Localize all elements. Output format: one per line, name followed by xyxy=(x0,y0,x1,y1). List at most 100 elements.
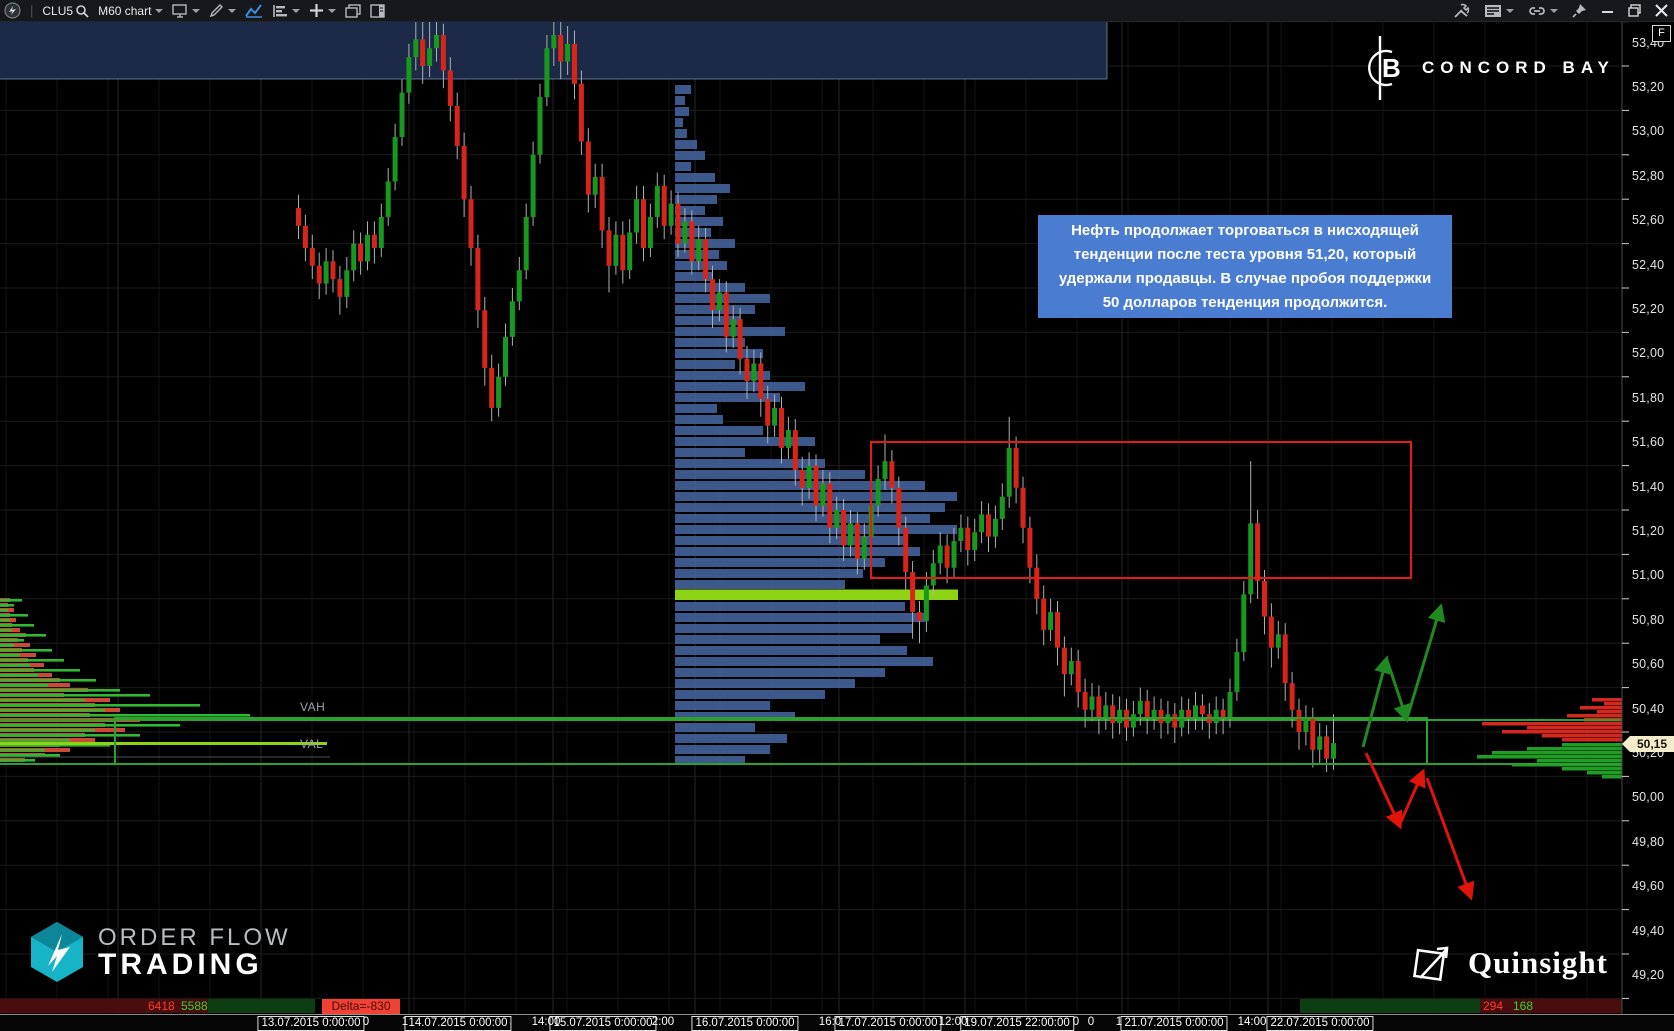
time-fragment-label: 14:00 xyxy=(1237,1016,1267,1028)
close-button[interactable] xyxy=(1655,4,1668,17)
minimize-button[interactable] xyxy=(1601,4,1614,17)
app-logo-icon[interactable] xyxy=(4,2,21,19)
time-fragment-label: 1 xyxy=(1115,1016,1123,1028)
price-tick-label: 52,80 xyxy=(1632,168,1665,183)
time-fragment-label: 0 xyxy=(1087,1016,1095,1028)
price-tick-label: 49,60 xyxy=(1632,879,1665,894)
delta-badge: Delta=-830 xyxy=(322,999,400,1014)
time-axis[interactable]: 13.07.2015 0:00:00 14.07.2015 0:00:00 15.0… xyxy=(0,1014,1674,1031)
maximize-button[interactable] xyxy=(1628,4,1641,17)
price-tick-label: 52,20 xyxy=(1632,302,1665,316)
layout-button[interactable] xyxy=(1484,4,1514,18)
price-tick-label: 50,80 xyxy=(1632,612,1665,627)
quinsight-pen-icon xyxy=(1412,946,1449,982)
price-tick-label: 52,00 xyxy=(1632,346,1665,361)
settings-tools-button[interactable] xyxy=(1453,3,1470,19)
analysis-note: Нефть продолжает торговаться в нисходяще… xyxy=(1038,215,1452,318)
pin-window-button[interactable] xyxy=(1572,3,1587,18)
chart-type-button[interactable] xyxy=(245,3,263,18)
titlebar-toolbar: | CLU5 M60 chart xyxy=(0,0,1674,22)
session-date-label: 14.07.2015 0:00:00 xyxy=(404,1016,512,1031)
timeframe-selector[interactable]: M60 chart xyxy=(98,3,164,18)
chevron-down-icon xyxy=(228,8,237,13)
note-line: 50 долларов тенденция продолжится. xyxy=(1102,293,1388,311)
time-fragment-label: 12:00 xyxy=(938,1016,968,1028)
session-date-label: 17.07.2015 0:00:00 xyxy=(834,1016,942,1031)
price-tick-label: 51,80 xyxy=(1632,390,1665,405)
concord-bay-logo: B CONCORD BAY xyxy=(1358,35,1615,101)
instrument-selector[interactable]: CLU5 xyxy=(42,4,89,18)
copy-window-icon xyxy=(345,3,362,18)
price-tick-label: 52,60 xyxy=(1632,213,1665,228)
price-tick-label: 50,00 xyxy=(1632,790,1665,805)
session-bid-volume-right: 168 xyxy=(1513,999,1534,1013)
profile-histogram-icon xyxy=(273,4,288,17)
trading-platform-window: | CLU5 M60 chart 53,40 53,20 53,00 52,80… xyxy=(0,0,1674,1031)
time-fragment-label: 14:00 xyxy=(531,1016,561,1028)
plus-icon xyxy=(310,4,324,17)
instrument-label: CLU5 xyxy=(42,3,74,18)
time-fragment-label: 0 xyxy=(362,1016,370,1028)
session-date-label: 13.07.2015 0:00:00 xyxy=(257,1016,365,1031)
price-tick-label: 52,40 xyxy=(1632,257,1665,272)
screens-button[interactable] xyxy=(172,3,201,18)
order-flow-text: ORDER FLOW xyxy=(98,923,291,951)
price-tick-label: 50,40 xyxy=(1632,701,1665,716)
session-ask-volume-right: 294 xyxy=(1483,999,1504,1013)
chevron-down-icon xyxy=(1550,8,1558,13)
time-fragment-label: 1 xyxy=(401,1016,409,1028)
clone-chart-button[interactable] xyxy=(345,3,362,18)
price-tick-label: 49,40 xyxy=(1632,923,1665,938)
chevron-down-icon xyxy=(292,8,301,13)
session-ask-volume-left: 6418 xyxy=(148,999,175,1013)
price-tick-label: 49,20 xyxy=(1632,968,1665,982)
session-date-label: 15.07.2015 0:00:00 xyxy=(549,1016,657,1031)
price-tick-label: 51,60 xyxy=(1632,435,1665,450)
session-date-label: 16.07.2015 0:00:00 xyxy=(691,1016,799,1031)
maximize-icon xyxy=(1628,4,1641,17)
add-indicator-button[interactable] xyxy=(309,3,337,18)
chart-canvas[interactable] xyxy=(0,21,1674,1031)
link-charts-button[interactable] xyxy=(1528,5,1558,17)
trading-text: TRADING xyxy=(98,947,263,981)
note-line: Нефть продолжает торговаться в нисходяще… xyxy=(1071,221,1419,239)
svg-text:B: B xyxy=(1382,53,1401,83)
layout-list-icon xyxy=(1485,4,1501,17)
pin-icon xyxy=(1572,4,1586,18)
volume-profile-button[interactable] xyxy=(272,4,301,18)
time-fragment-label: 2:00 xyxy=(651,1016,675,1028)
order-flow-hexagon-icon xyxy=(31,922,83,982)
timeframe-label: M60 chart xyxy=(98,3,152,18)
tools-icon xyxy=(1454,3,1470,18)
vah-label: VAH xyxy=(300,700,326,714)
session-date-label: 19.07.2015 22:00:00 xyxy=(960,1016,1074,1031)
panels-button[interactable] xyxy=(370,3,386,18)
minimize-icon xyxy=(1602,11,1613,13)
volume-profile-left xyxy=(0,598,327,762)
close-icon xyxy=(1655,4,1668,17)
chevron-down-icon xyxy=(155,8,164,13)
price-tick-label: 51,20 xyxy=(1632,524,1665,538)
volume-profile-center xyxy=(675,85,958,765)
note-line: удержали продавцы. В случае пробоя подде… xyxy=(1058,269,1432,287)
drawing-tools-button[interactable] xyxy=(209,3,237,18)
quinsight-logo: Quinsight xyxy=(1410,940,1608,986)
order-flow-trading-logo: ORDER FLOW TRADING xyxy=(28,920,291,984)
price-tick-label: 51,40 xyxy=(1632,479,1665,494)
line-chart-icon xyxy=(245,3,263,18)
price-tick-label: 53,00 xyxy=(1632,124,1665,139)
price-tick-label: 49,80 xyxy=(1632,834,1665,849)
note-line: тенденции после теста уровня 51,20, кото… xyxy=(1073,245,1417,263)
fit-scale-button[interactable]: F xyxy=(1652,25,1671,42)
price-tick-label: 50,60 xyxy=(1632,657,1665,672)
session-date-label: 22.07.2015 0:00:00 xyxy=(1266,1016,1374,1031)
volume-profile-right xyxy=(1477,698,1622,779)
link-icon xyxy=(1529,6,1545,15)
chevron-down-icon xyxy=(192,8,201,13)
concord-bay-text: CONCORD BAY xyxy=(1422,58,1615,77)
quinsight-text: Quinsight xyxy=(1468,945,1608,980)
search-icon xyxy=(76,4,89,18)
scenario-arrows xyxy=(1361,603,1475,901)
val-label: VAL xyxy=(300,737,324,751)
axis-frame xyxy=(1621,21,1629,1031)
